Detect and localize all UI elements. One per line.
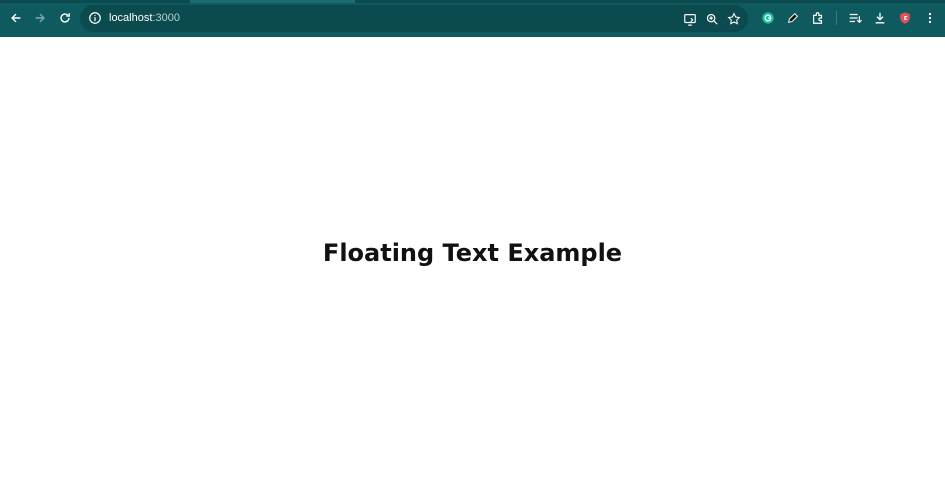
kebab-menu-icon[interactable] — [920, 8, 940, 28]
url-text[interactable]: localhost:3000 — [109, 12, 180, 24]
active-tab[interactable] — [190, 0, 355, 3]
url-host: localhost — [109, 12, 153, 24]
reload-icon[interactable] — [55, 8, 75, 28]
pen-icon[interactable] — [783, 8, 803, 28]
toolbar-divider — [836, 11, 837, 25]
reading-list-icon[interactable] — [845, 8, 865, 28]
browser-toolbar: localhost:3000 — [0, 0, 945, 37]
url-port: :3000 — [152, 12, 180, 24]
forward-icon[interactable] — [30, 8, 50, 28]
zoom-icon[interactable] — [702, 9, 722, 29]
page-heading: Floating Text Example — [322, 239, 623, 267]
back-icon[interactable] — [6, 8, 26, 28]
tab-strip — [0, 0, 945, 3]
page-content: Floating Text Example — [0, 37, 945, 477]
cast-icon[interactable] — [680, 9, 700, 29]
download-icon[interactable] — [870, 8, 890, 28]
grammarly-icon[interactable] — [758, 8, 778, 28]
shield-icon[interactable] — [895, 8, 915, 28]
puzzle-icon[interactable] — [808, 8, 828, 28]
info-icon[interactable] — [88, 11, 102, 25]
address-bar[interactable]: localhost:3000 — [80, 5, 748, 32]
star-icon[interactable] — [724, 9, 744, 29]
